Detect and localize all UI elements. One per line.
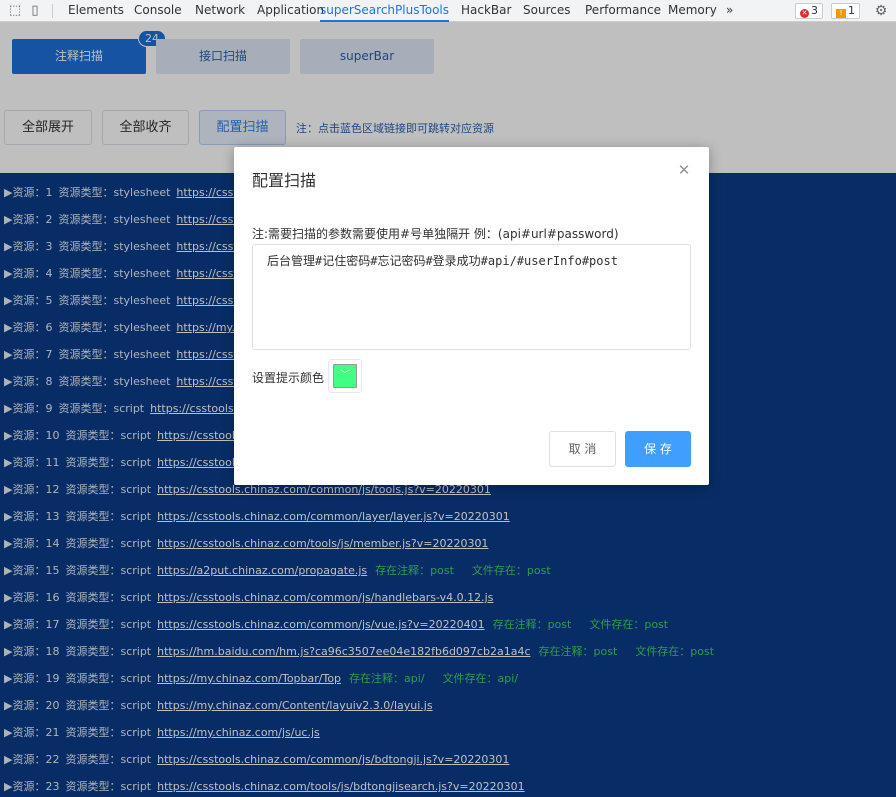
extension-panel: 注释扫描 24 接口扫描 superBar 全部展开 全部收齐 配置扫描 注：点… [0,22,896,797]
config-scan-dialog: 配置扫描 ✕ 注:需要扫描的参数需要使用#号单独隔开 例：(api#url#pa… [234,147,709,485]
chevron-down-icon: ﹀ [340,370,350,381]
devtools-tab-bar: ⬚ ▯ Elements Console Network Application… [0,0,896,22]
tab-console[interactable]: Console [134,0,182,22]
warning-icon: ! [836,9,846,18]
tab-sources[interactable]: Sources [523,0,570,22]
tab-network[interactable]: Network [195,0,245,22]
settings-gear-icon[interactable]: ⚙ [873,3,889,19]
tab-supersearchplustools[interactable]: superSearchPlusTools [320,0,450,22]
keywords-textarea[interactable]: 后台管理#记住密码#忘记密码#登录成功#api/#userInfo#post [252,244,691,350]
warning-count: 1 [848,4,855,17]
inspect-element-icon[interactable]: ⬚ [7,3,23,19]
save-button[interactable]: 保 存 [625,431,691,467]
color-swatch: ﹀ [333,364,357,388]
device-toolbar-icon[interactable]: ▯ [27,3,43,19]
keyword-hint: 注:需要扫描的参数需要使用#号单独隔开 例：(api#url#password) [252,227,619,241]
dialog-title: 配置扫描 [252,171,317,190]
tab-hackbar[interactable]: HackBar [461,0,511,22]
color-label: 设置提示颜色 [252,371,325,385]
close-icon[interactable]: ✕ [677,163,691,178]
more-tabs-icon[interactable]: » [726,0,733,22]
tab-elements[interactable]: Elements [68,0,124,22]
tab-memory[interactable]: Memory [668,0,717,22]
error-count-badge[interactable]: ✕ 3 [795,3,823,19]
tab-application[interactable]: Application [257,0,324,22]
error-count: 3 [811,4,818,17]
error-icon: ✕ [800,9,809,18]
color-picker[interactable]: ﹀ [328,359,362,393]
toolbar-divider [52,4,53,18]
cancel-button[interactable]: 取 消 [549,431,616,467]
warning-count-badge[interactable]: ! 1 [831,3,860,19]
tab-performance[interactable]: Performance [585,0,661,22]
